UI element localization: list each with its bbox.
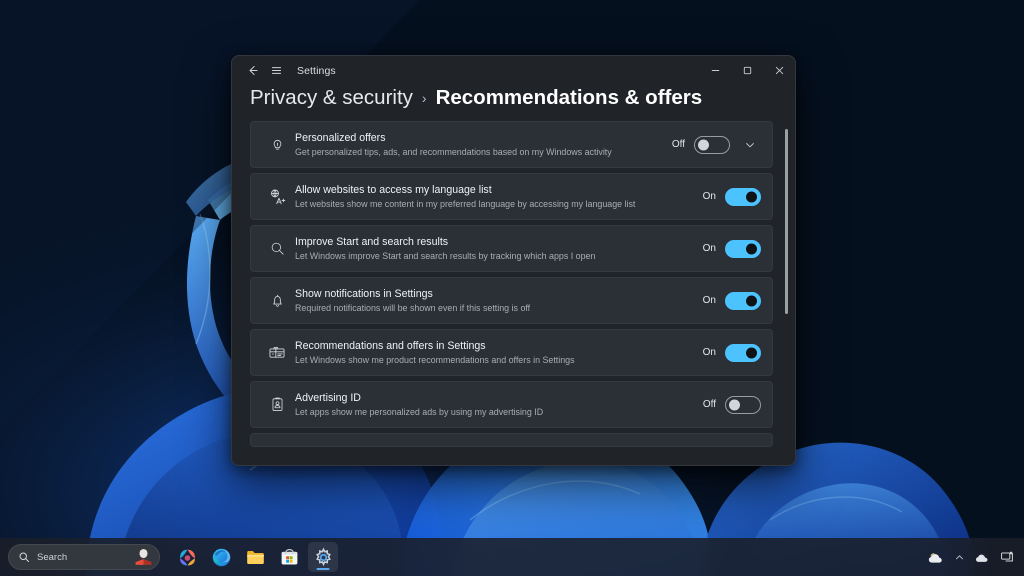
settings-row[interactable]: Recommendations and offers in Settings L… <box>250 329 773 376</box>
settings-toggle-switch[interactable] <box>725 343 761 362</box>
taskbar-search-box[interactable]: Search <box>8 544 160 570</box>
settings-row-text: Show notifications in Settings Required … <box>292 288 699 314</box>
toggle-knob <box>746 243 757 254</box>
breadcrumb: Privacy & security › Recommendations & o… <box>232 85 795 121</box>
window-titlebar: Settings <box>232 56 795 85</box>
toggle-knob <box>698 139 709 150</box>
settings-toggle-switch[interactable] <box>725 291 761 310</box>
bell-icon <box>262 292 292 309</box>
settings-list: Personalized offers Get personalized tip… <box>232 121 795 465</box>
settings-row-description: Required notifications will be shown eve… <box>295 302 531 313</box>
settings-row-description: Let Windows improve Start and search res… <box>295 250 596 261</box>
scrollbar-thumb[interactable] <box>785 129 788 314</box>
settings-row-text: Advertising ID Let apps show me personal… <box>292 392 699 418</box>
settings-row[interactable]: Personalized offers Get personalized tip… <box>250 121 773 168</box>
settings-rows-container: Personalized offers Get personalized tip… <box>250 121 773 447</box>
toggle-state-label: On <box>702 191 716 202</box>
onedrive-cloud-icon[interactable] <box>974 549 991 566</box>
person-reading-avatar-icon[interactable] <box>133 547 154 568</box>
settings-row-title: Show notifications in Settings <box>295 287 433 300</box>
toggle-state-label: On <box>702 295 716 306</box>
settings-row-title: Personalized offers <box>295 131 386 144</box>
toggle-knob <box>746 347 757 358</box>
settings-row-text: Recommendations and offers in Settings L… <box>292 340 699 366</box>
minimize-button[interactable] <box>699 56 731 85</box>
settings-row-description: Get personalized tips, ads, and recommen… <box>295 146 612 157</box>
settings-row-controls: On <box>699 343 763 362</box>
chevron-down-icon[interactable] <box>739 134 761 156</box>
taskbar-pinned-apps <box>172 542 338 572</box>
lightbulb-icon <box>262 136 292 153</box>
breadcrumb-parent-link[interactable]: Privacy & security <box>250 86 413 110</box>
gift-card-icon <box>262 344 292 362</box>
settings-row-text: Personalized offers Get personalized tip… <box>292 132 668 158</box>
settings-toggle-switch[interactable] <box>694 135 730 154</box>
breadcrumb-separator-icon: › <box>421 90 427 106</box>
maximize-button[interactable] <box>731 56 763 85</box>
file-explorer-icon[interactable] <box>240 542 270 572</box>
taskbar: Search <box>0 538 1024 576</box>
settings-row-title: Improve Start and search results <box>295 235 449 248</box>
toggle-knob <box>729 399 740 410</box>
settings-row[interactable]: Allow websites to access my language lis… <box>250 173 773 220</box>
microsoft-store-icon[interactable] <box>274 542 304 572</box>
settings-row-partial[interactable] <box>250 433 773 447</box>
settings-toggle-switch[interactable] <box>725 187 761 206</box>
settings-row-controls: On <box>699 239 763 258</box>
search-icon <box>262 240 292 257</box>
toggle-state-label: Off <box>702 399 716 410</box>
search-icon <box>18 551 30 563</box>
settings-row-title: Allow websites to access my language lis… <box>295 183 492 196</box>
window-controls <box>699 56 795 85</box>
settings-row-controls: On <box>699 187 763 206</box>
page-title: Recommendations & offers <box>435 86 703 109</box>
settings-row[interactable]: Advertising ID Let apps show me personal… <box>250 381 773 428</box>
copilot-icon[interactable] <box>172 542 202 572</box>
search-placeholder-text: Search <box>37 551 68 563</box>
settings-window: Settings Privacy & security › Recommenda… <box>231 55 796 466</box>
settings-row-description: Let Windows show me product recommendati… <box>295 354 575 365</box>
back-arrow-icon[interactable] <box>240 59 264 83</box>
system-tray <box>926 548 1024 567</box>
settings-toggle-switch[interactable] <box>725 239 761 258</box>
advertising-id-badge-icon <box>262 396 292 413</box>
settings-row-text: Improve Start and search results Let Win… <box>292 236 699 262</box>
settings-row-controls: Off <box>699 395 763 414</box>
edge-icon[interactable] <box>206 542 236 572</box>
settings-gear-icon[interactable] <box>308 542 338 572</box>
weather-cloud-icon[interactable] <box>926 548 945 567</box>
toggle-knob <box>746 295 757 306</box>
settings-row-controls: Off <box>668 134 763 156</box>
toggle-knob <box>746 191 757 202</box>
toggle-state-label: Off <box>671 139 685 150</box>
settings-row-description: Let apps show me personalized ads by usi… <box>295 406 544 417</box>
close-button[interactable] <box>763 56 795 85</box>
scrollbar-track[interactable] <box>785 129 788 453</box>
hamburger-menu-icon[interactable] <box>264 59 288 83</box>
settings-toggle-switch[interactable] <box>725 395 761 414</box>
settings-row-description: Let websites show me content in my prefe… <box>295 198 636 209</box>
show-hidden-icons-chevron-icon[interactable] <box>954 552 965 563</box>
settings-row-title: Advertising ID <box>295 391 361 404</box>
toggle-state-label: On <box>702 347 716 358</box>
window-app-title: Settings <box>297 64 336 77</box>
toggle-state-label: On <box>702 243 716 254</box>
settings-row-title: Recommendations and offers in Settings <box>295 339 486 352</box>
settings-row-text: Allow websites to access my language lis… <box>292 184 699 210</box>
network-icon[interactable] <box>1000 550 1014 564</box>
settings-row[interactable]: Improve Start and search results Let Win… <box>250 225 773 272</box>
settings-row[interactable]: Show notifications in Settings Required … <box>250 277 773 324</box>
settings-row-controls: On <box>699 291 763 310</box>
language-globe-icon <box>262 188 292 206</box>
